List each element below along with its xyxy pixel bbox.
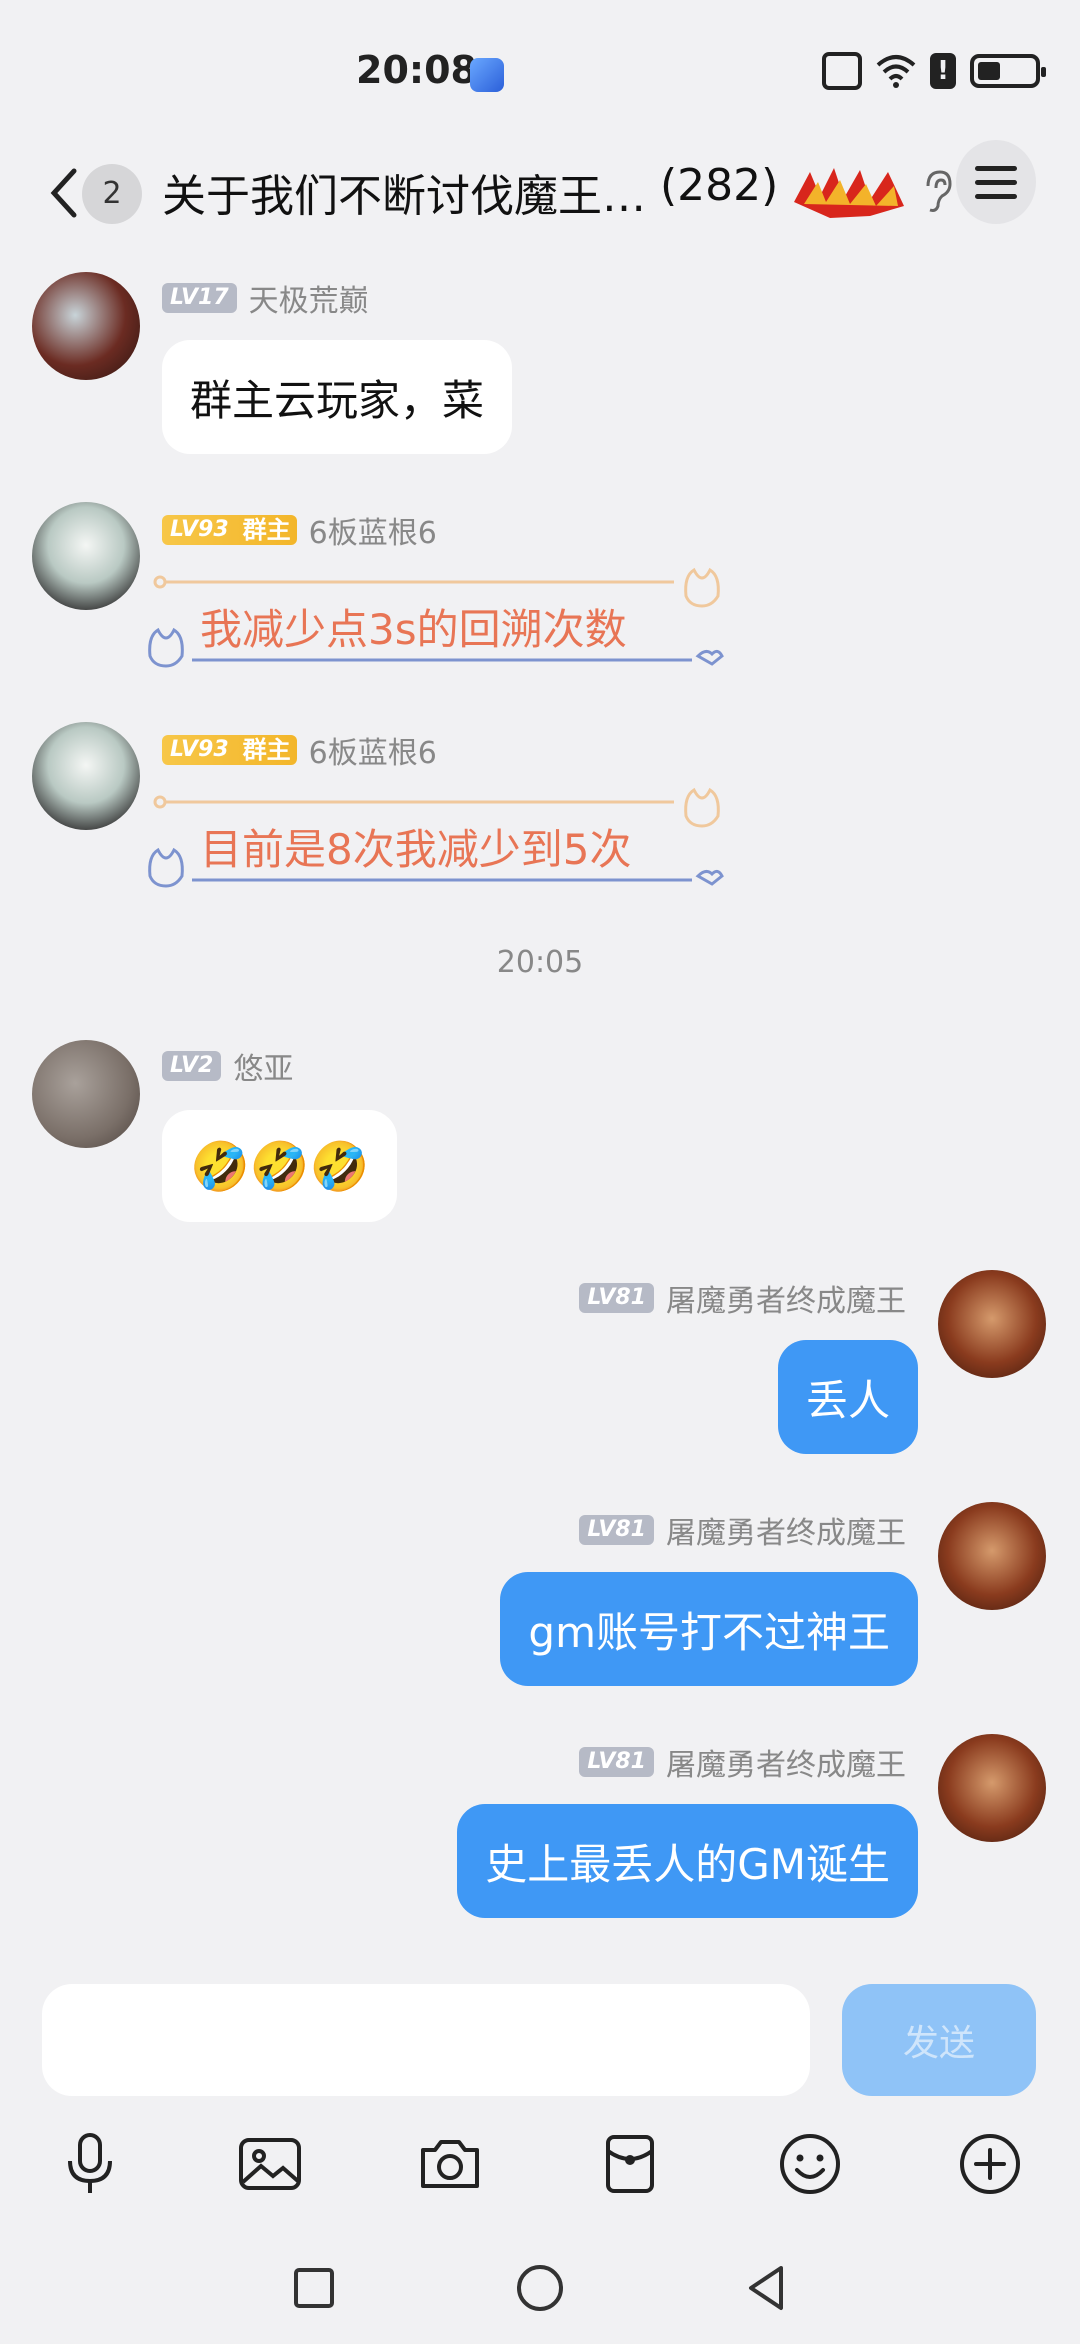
battery-icon	[970, 54, 1046, 88]
sender-name[interactable]: 6板蓝根6	[309, 728, 437, 772]
camera-button[interactable]	[414, 2128, 486, 2200]
message-meta: LV81 屠魔勇者终成魔王	[579, 1276, 906, 1320]
message-bubble[interactable]: 目前是8次我减少到5次	[200, 816, 631, 877]
timestamp-divider: 20:05	[496, 945, 584, 980]
message-meta: LV2 悠亚	[162, 1044, 293, 1088]
game-logo-icon	[794, 168, 904, 218]
avatar[interactable]	[32, 722, 140, 830]
red-packet-icon	[606, 2135, 654, 2193]
sender-name[interactable]: 屠魔勇者终成魔王	[666, 1276, 906, 1320]
chevron-left-icon	[50, 168, 77, 218]
chat-title[interactable]: 关于我们不断讨伐魔王…	[162, 160, 646, 224]
status-time: 20:08	[356, 48, 477, 92]
recents-button[interactable]	[286, 2260, 342, 2316]
image-button[interactable]	[234, 2128, 306, 2200]
plus-circle-icon	[960, 2134, 1020, 2194]
message-meta: LV93 群主 6板蓝根6	[162, 728, 437, 772]
sender-name[interactable]: 6板蓝根6	[309, 508, 437, 552]
avatar[interactable]	[32, 502, 140, 610]
composer: 发送	[0, 1966, 1080, 2106]
my-avatar[interactable]	[938, 1270, 1046, 1378]
system-nav-bar	[0, 2234, 1080, 2344]
level-badge: LV81	[579, 1747, 654, 1777]
circle-icon	[517, 2265, 563, 2311]
my-avatar[interactable]	[938, 1734, 1046, 1842]
chat-header: 2 关于我们不断讨伐魔王… (282)	[0, 140, 1080, 250]
owner-level-badge: LV93 群主	[162, 735, 297, 765]
menu-button[interactable]	[956, 140, 1036, 224]
message-bubble[interactable]: 🤣🤣🤣	[162, 1110, 398, 1222]
emoji-icon	[780, 2134, 840, 2194]
message-meta: LV17 天极荒巅	[162, 276, 369, 320]
my-message-bubble[interactable]: 史上最丢人的GM诞生	[457, 1804, 918, 1918]
message-bubble[interactable]: 我减少点3s的回溯次数	[200, 596, 627, 657]
sender-name[interactable]: 屠魔勇者终成魔王	[666, 1740, 906, 1784]
member-count[interactable]: (282)	[660, 160, 778, 211]
my-message-bubble[interactable]: gm账号打不过神王	[500, 1572, 918, 1686]
send-button[interactable]: 发送	[842, 1984, 1036, 2096]
avatar[interactable]	[32, 272, 140, 380]
level-badge: LV81	[579, 1283, 654, 1313]
unread-badge[interactable]: 2	[82, 164, 142, 224]
voice-button[interactable]	[54, 2128, 126, 2200]
camera-icon	[421, 2140, 479, 2188]
back-nav-button[interactable]	[738, 2260, 794, 2316]
message-meta: LV81 屠魔勇者终成魔王	[579, 1508, 906, 1552]
sender-name[interactable]: 天极荒巅	[249, 276, 369, 320]
microphone-icon	[68, 2133, 112, 2193]
vibrate-icon	[822, 52, 862, 90]
image-icon	[239, 2138, 301, 2190]
level-badge: LV17	[162, 283, 237, 313]
my-message-bubble[interactable]: 丢人	[777, 1340, 918, 1454]
notification-app-icon	[470, 58, 504, 92]
sender-name[interactable]: 悠亚	[233, 1044, 293, 1088]
my-avatar[interactable]	[938, 1502, 1046, 1610]
triangle-back-icon	[749, 2266, 783, 2310]
ear-icon[interactable]	[920, 168, 954, 214]
emoji-button[interactable]	[774, 2128, 846, 2200]
square-icon	[294, 2268, 334, 2308]
message-meta: LV81 屠魔勇者终成魔王	[579, 1740, 906, 1784]
more-button[interactable]	[954, 2128, 1026, 2200]
status-icons: !	[822, 52, 1046, 90]
composer-toolbar	[0, 2114, 1080, 2214]
owner-level-badge: LV93 群主	[162, 515, 297, 545]
wifi-icon	[876, 55, 916, 88]
home-button[interactable]	[512, 2260, 568, 2316]
alert-icon: !	[930, 53, 956, 89]
message-bubble[interactable]: 群主云玩家，菜	[162, 340, 513, 454]
avatar[interactable]	[32, 1040, 140, 1148]
level-badge: LV81	[579, 1515, 654, 1545]
message-meta: LV93 群主 6板蓝根6	[162, 508, 437, 552]
red-packet-button[interactable]	[594, 2128, 666, 2200]
level-badge: LV2	[162, 1051, 222, 1081]
sender-name[interactable]: 屠魔勇者终成魔王	[666, 1508, 906, 1552]
menu-icon	[975, 165, 1017, 171]
status-bar: 20:08 !	[0, 0, 1080, 140]
message-input[interactable]	[42, 1984, 810, 2096]
